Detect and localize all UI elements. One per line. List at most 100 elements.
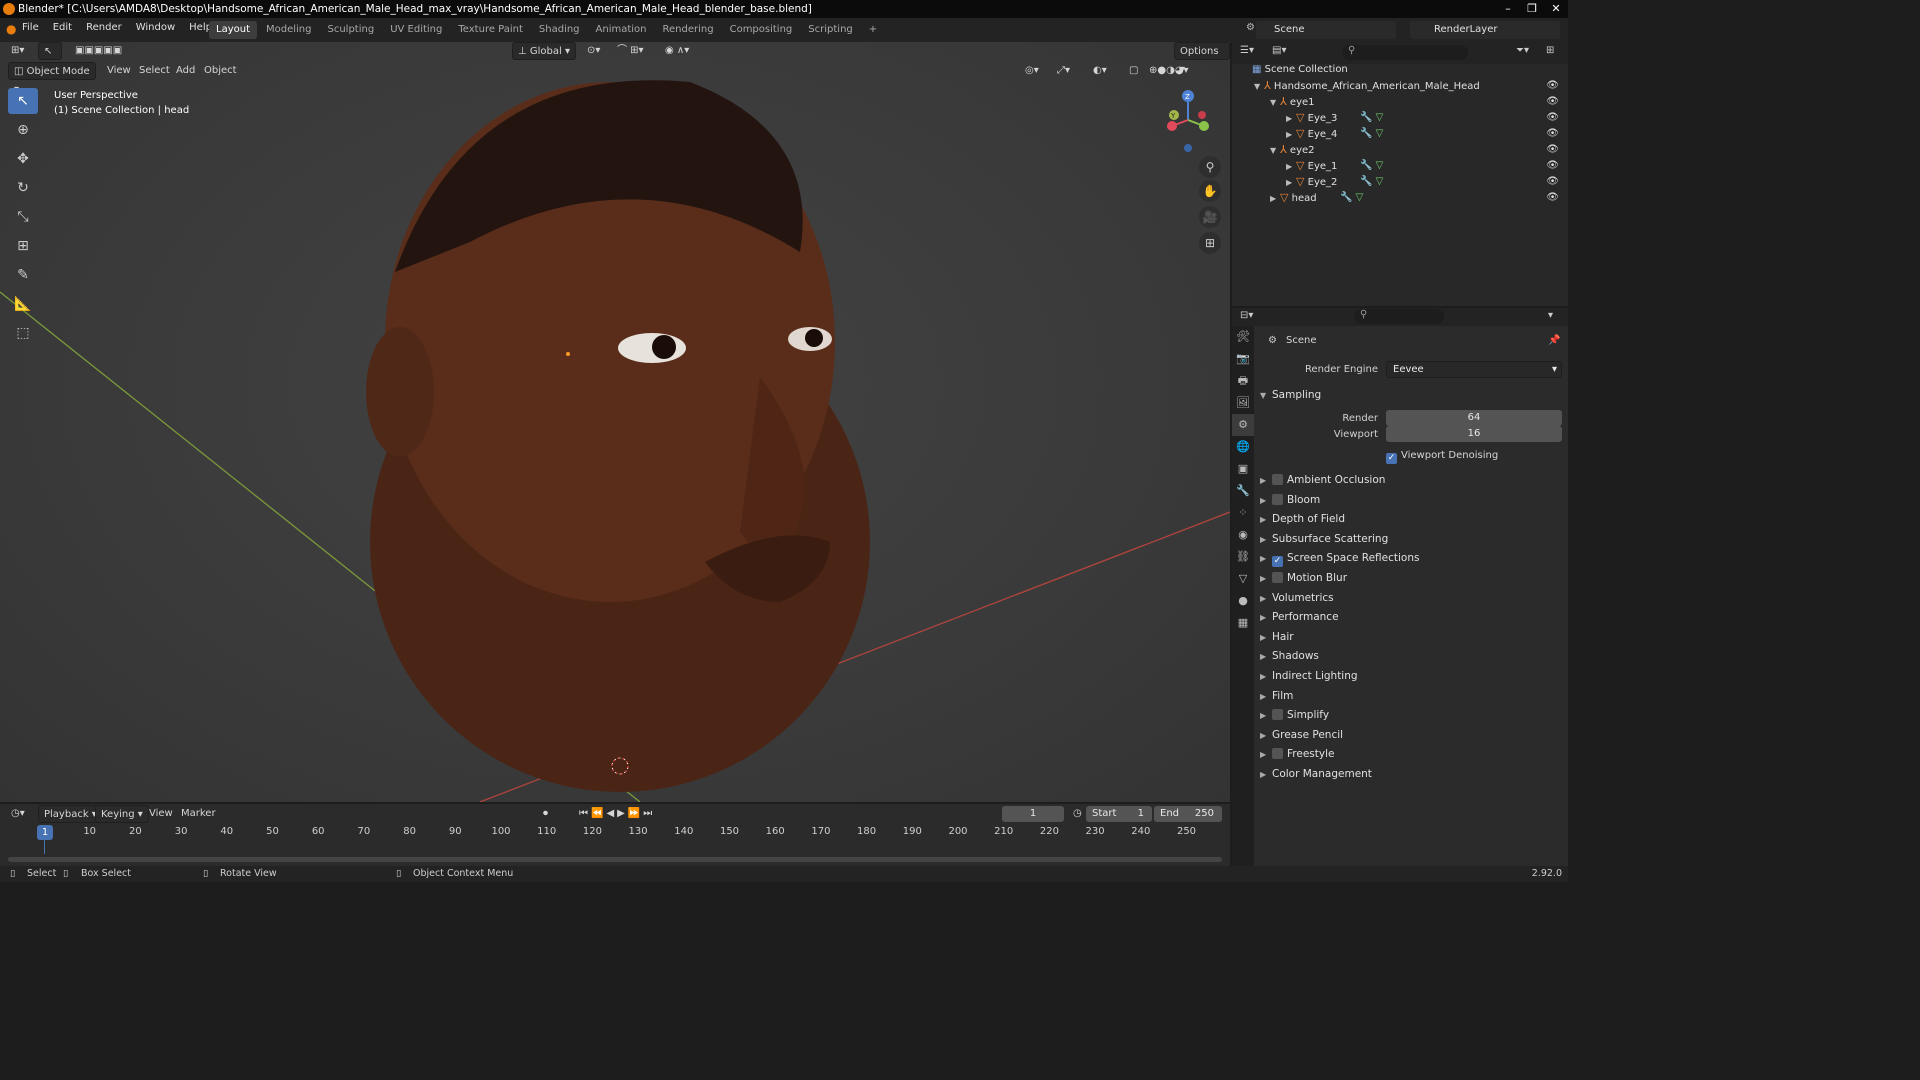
render-samples-field[interactable]: 64: [1386, 410, 1562, 426]
constraints-tab-icon[interactable]: ⛓: [1232, 546, 1254, 568]
select-tool-icon[interactable]: ↖: [38, 42, 62, 60]
maximize-button[interactable]: ❐: [1520, 0, 1544, 18]
panel-performance[interactable]: ▶ Performance: [1260, 608, 1560, 626]
add-cube-icon[interactable]: ⬚: [8, 320, 38, 346]
rotate-icon[interactable]: ↻: [8, 175, 38, 201]
perspective-grid-icon[interactable]: ⊞: [1199, 232, 1221, 254]
new-collection-icon[interactable]: ⊞: [1546, 45, 1554, 56]
gizmo-toggle-icon[interactable]: ⤢▾: [1052, 62, 1075, 80]
texture-tab-icon[interactable]: ▦: [1232, 612, 1254, 634]
outliner-item-eye4[interactable]: ▶ ▽ Eye_4 🔧 ▽ 👁: [1232, 126, 1568, 142]
timeline-ruler[interactable]: 10 20 30 40 50 60 70 80 90 100 110 120 130 140 150 160 1…: [0, 826, 1230, 842]
tool-tab-icon[interactable]: 🛠: [1232, 326, 1254, 348]
panel-subsurface-scattering[interactable]: ▶ Subsurface Scattering: [1260, 530, 1560, 548]
eye-icon[interactable]: 👁: [1546, 110, 1559, 126]
viewport-denoising-checkbox[interactable]: ✓: [1386, 453, 1397, 464]
expand-arrow-icon[interactable]: ▼: [1270, 143, 1280, 159]
pin-icon[interactable]: 📌: [1548, 332, 1560, 350]
viewport-samples-field[interactable]: 16: [1386, 426, 1562, 442]
expand-arrow-icon[interactable]: ▼: [1254, 79, 1264, 95]
outliner-item-head-root[interactable]: ▼ ⅄ Handsome_African_American_Male_Head 👁: [1232, 78, 1568, 94]
panel-volumetrics[interactable]: ▶ Volumetrics: [1260, 589, 1560, 607]
panel-depth-of-field[interactable]: ▶ Depth of Field: [1260, 510, 1560, 528]
properties-search-input[interactable]: ⚲: [1354, 309, 1444, 324]
menu-edit[interactable]: Edit: [53, 22, 72, 33]
mode-dropdown[interactable]: ◫ Object Mode ▾: [8, 62, 96, 95]
panel-color-management[interactable]: ▶ Color Management: [1260, 765, 1560, 783]
panel-enable-checkbox[interactable]: [1272, 709, 1283, 721]
render-layer-selector[interactable]: RenderLayer: [1410, 21, 1560, 39]
tab-rendering[interactable]: Rendering: [656, 21, 721, 39]
data-tab-icon[interactable]: ▽: [1232, 568, 1254, 590]
menu-add[interactable]: Add: [171, 62, 200, 80]
panel-film[interactable]: ▶ Film: [1260, 687, 1560, 705]
close-button[interactable]: ✕: [1544, 0, 1568, 18]
viewport-denoising-row[interactable]: ✓ Viewport Denoising: [1386, 447, 1566, 465]
annotate-icon[interactable]: ✎: [8, 262, 38, 288]
start-frame-field[interactable]: Start 1: [1086, 806, 1152, 822]
select-box-icon[interactable]: ↖: [8, 88, 38, 114]
tab-sculpting[interactable]: Sculpting: [321, 21, 382, 39]
panel-indirect-lighting[interactable]: ▶ Indirect Lighting: [1260, 667, 1560, 685]
collapse-arrow-icon[interactable]: ▶: [1286, 175, 1296, 191]
panel-screen-space-reflections[interactable]: ▶ ✓ Screen Space Reflections: [1260, 549, 1560, 568]
expand-arrow-icon[interactable]: ▼: [1270, 95, 1280, 111]
particles-tab-icon[interactable]: ⁘: [1232, 502, 1254, 524]
outliner-item-head[interactable]: ▶ ▽ head 🔧 ▽ 👁: [1232, 190, 1568, 206]
scale-icon[interactable]: ⤡: [8, 204, 38, 230]
render-tab-icon[interactable]: 📷: [1232, 348, 1254, 370]
collapse-arrow-icon[interactable]: ▶: [1286, 111, 1296, 127]
overlay-icon[interactable]: ◐▾: [1088, 62, 1112, 80]
tab-layout[interactable]: Layout: [209, 21, 257, 39]
collapse-arrow-icon[interactable]: ▶: [1286, 159, 1296, 175]
transform-orientation-dropdown[interactable]: ⊥ Global ▾: [512, 42, 576, 60]
options-dropdown[interactable]: Options ▾: [1174, 42, 1230, 75]
tab-animation[interactable]: Animation: [589, 21, 654, 39]
visibility-icon[interactable]: ◎▾: [1020, 62, 1044, 80]
tab-shading[interactable]: Shading: [532, 21, 587, 39]
outliner-item-eye1[interactable]: ▼ ⅄ eye1 👁: [1232, 94, 1568, 110]
material-tab-icon[interactable]: ●: [1232, 590, 1254, 612]
menu-object[interactable]: Object: [199, 62, 242, 80]
outliner-item-eye3[interactable]: ▶ ▽ Eye_3 🔧 ▽ 👁: [1232, 110, 1568, 126]
physics-tab-icon[interactable]: ◉: [1232, 524, 1254, 546]
eye-icon[interactable]: 👁: [1546, 78, 1559, 94]
outliner-item-eye2-mesh[interactable]: ▶ ▽ Eye_2 🔧 ▽ 👁: [1232, 174, 1568, 190]
measure-icon[interactable]: 📐: [8, 291, 38, 317]
camera-view-icon[interactable]: 🎥: [1199, 206, 1221, 228]
modifier-tab-icon[interactable]: 🔧: [1232, 480, 1254, 502]
menu-render[interactable]: Render: [86, 22, 122, 33]
tab-compositing[interactable]: Compositing: [723, 21, 800, 39]
menu-view[interactable]: View: [102, 62, 136, 80]
timeline-scrollbar[interactable]: [8, 857, 1222, 862]
eye-icon[interactable]: 👁: [1546, 190, 1559, 206]
eye-icon[interactable]: 👁: [1546, 126, 1559, 142]
pan-hand-icon[interactable]: ✋: [1199, 180, 1221, 202]
eye-icon[interactable]: 👁: [1546, 94, 1559, 110]
menu-marker[interactable]: Marker: [176, 805, 221, 823]
outliner-item-eye1-mesh[interactable]: ▶ ▽ Eye_1 🔧 ▽ 👁: [1232, 158, 1568, 174]
blender-menu-icon[interactable]: ●: [6, 22, 16, 36]
add-workspace-icon[interactable]: +: [862, 21, 884, 39]
panel-enable-checkbox[interactable]: [1272, 572, 1283, 583]
menu-file[interactable]: File: [22, 22, 39, 33]
keying-dropdown[interactable]: Keying ▾: [95, 805, 149, 823]
panel-enable-checkbox[interactable]: [1272, 474, 1283, 485]
outliner-search-input[interactable]: ⚲: [1342, 45, 1468, 60]
eye-icon[interactable]: 👁: [1546, 158, 1559, 174]
output-tab-icon[interactable]: 🖶: [1232, 370, 1254, 392]
outliner-item-eye2[interactable]: ▼ ⅄ eye2 👁: [1232, 142, 1568, 158]
current-frame-field[interactable]: 1: [1002, 806, 1064, 822]
outliner-scene-collection[interactable]: ▦ Scene Collection: [1232, 62, 1568, 78]
tab-texture-paint[interactable]: Texture Paint: [451, 21, 530, 39]
record-icon[interactable]: ⏺: [538, 805, 553, 823]
tab-scripting[interactable]: Scripting: [801, 21, 859, 39]
playback-dropdown[interactable]: Playback ▾: [38, 805, 103, 823]
panel-enable-checkbox[interactable]: [1272, 493, 1283, 505]
tab-modeling[interactable]: Modeling: [259, 21, 319, 39]
playback-controls-icons[interactable]: ⏮⏪◀▶⏩⏭: [574, 805, 660, 823]
pivot-icon[interactable]: ⊙▾: [582, 42, 605, 60]
navigation-gizmo[interactable]: Z Y: [1158, 90, 1218, 160]
panel-enable-checkbox[interactable]: ✓: [1272, 556, 1283, 568]
panel-simplify[interactable]: ▶ Simplify: [1260, 706, 1560, 724]
